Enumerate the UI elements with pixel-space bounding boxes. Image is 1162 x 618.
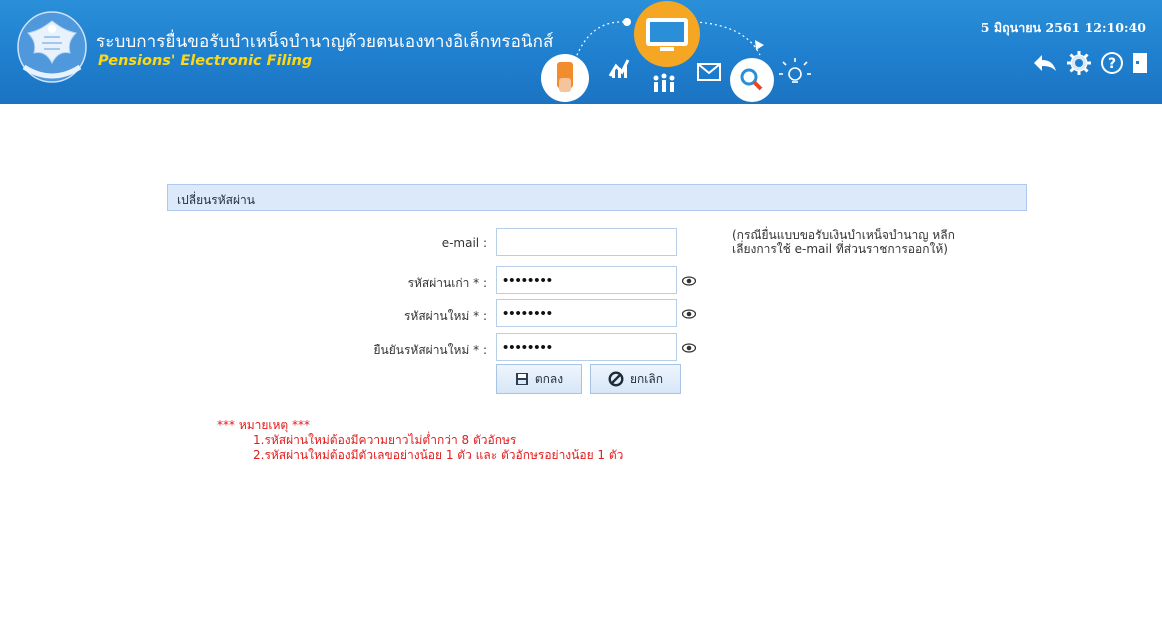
system-title-english: Pensions' Electronic Filing [98, 53, 313, 69]
svg-text:?: ? [1108, 56, 1116, 72]
email-note-line-2: เลี่ยงการใช้ e-mail ที่ส่วนราชการออกให้) [732, 242, 948, 256]
header-bar: ระบบการยื่นขอรับบำเหน็จบำนาญด้วยตนเองทาง… [0, 0, 1162, 104]
department-seal-logo [17, 11, 87, 83]
confirm-password-field[interactable] [496, 333, 677, 361]
new-password-label: รหัสผ่านใหม่ * : [403, 309, 487, 323]
new-password-field[interactable] [496, 299, 677, 327]
header-toolbar: ? [1032, 48, 1148, 78]
header-decoration-icons [541, 1, 811, 102]
ok-button-label: ตกลง [534, 371, 564, 386]
show-new-password-eye-icon[interactable] [682, 309, 696, 319]
current-datetime: 5 มิถุนายน 2561 12:10:40 [980, 20, 1146, 35]
email-field[interactable] [496, 228, 677, 256]
logout-icon[interactable] [1132, 52, 1148, 74]
show-confirm-password-eye-icon[interactable] [682, 343, 696, 353]
panel-title: เปลี่ยนรหัสผ่าน [177, 193, 255, 207]
system-title-thai: ระบบการยื่นขอรับบำเหน็จบำนาญด้วยตนเองทาง… [96, 32, 554, 52]
cancel-icon [608, 371, 624, 387]
cancel-button-label: ยกเลิก [629, 371, 664, 386]
old-password-field[interactable] [496, 266, 677, 294]
ok-button[interactable]: ตกลง [496, 364, 582, 394]
confirm-password-label: ยืนยันรหัสผ่านใหม่ * : [373, 343, 487, 357]
remarks-block: *** หมายเหตุ *** 1.รหัสผ่านใหม่ต้องมีควา… [217, 418, 623, 463]
cancel-button[interactable]: ยกเลิก [590, 364, 681, 394]
old-password-label: รหัสผ่านเก่า * : [407, 276, 487, 290]
email-label: e-mail : [441, 236, 487, 250]
save-icon [515, 373, 528, 385]
help-icon[interactable]: ? [1100, 51, 1124, 75]
change-password-panel-header: เปลี่ยนรหัสผ่าน [167, 184, 1027, 211]
back-arrow-icon[interactable] [1032, 53, 1058, 73]
gear-icon[interactable] [1066, 50, 1092, 76]
email-note: (กรณียื่นแบบขอรับเงินบำเหน็จบำนาญ หลีก เ… [732, 228, 955, 256]
remarks-title: *** หมายเหตุ *** [217, 418, 311, 432]
remark-line-2: 2.รหัสผ่านใหม่ต้องมีตัวเลขอย่างน้อย 1 ตั… [253, 448, 624, 462]
email-note-line-1: (กรณียื่นแบบขอรับเงินบำเหน็จบำนาญ หลีก [732, 228, 955, 242]
show-old-password-eye-icon[interactable] [682, 276, 696, 286]
remark-line-1: 1.รหัสผ่านใหม่ต้องมีความยาวไม่ต่ำกว่า 8 … [253, 433, 517, 447]
